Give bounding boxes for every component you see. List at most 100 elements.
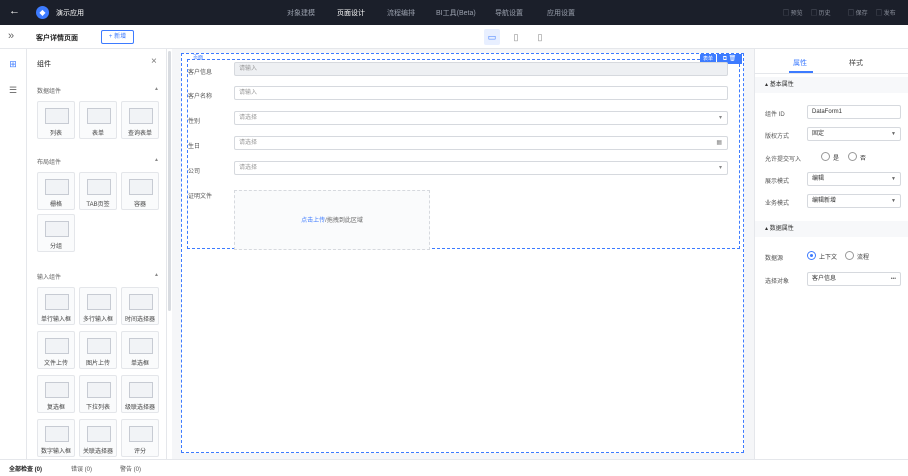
- component-dropdown[interactable]: 下拉列表: [79, 375, 117, 413]
- section-basic[interactable]: ▴ 基本属性: [755, 77, 908, 93]
- scrollbar-thumb[interactable]: [168, 51, 171, 311]
- tablet-view-icon[interactable]: ▯: [508, 29, 524, 45]
- placeholder: 请选择: [239, 140, 258, 146]
- radio-yes-label: 是: [833, 156, 840, 162]
- grid-icon: [45, 179, 69, 195]
- expand-icon[interactable]: »: [8, 30, 14, 42]
- select-object-input[interactable]: 客户信息 •••: [807, 272, 901, 286]
- business-mode-select[interactable]: 编辑新增 ▼: [807, 194, 901, 208]
- component-cascader[interactable]: 级联选择器: [121, 375, 159, 413]
- group-data-components[interactable]: 数据组件 ▲: [37, 86, 159, 95]
- component-checkbox[interactable]: 复选框: [37, 375, 75, 413]
- upload-link[interactable]: 点击上传: [301, 218, 325, 224]
- page-container[interactable]: 页面 表单 ⧉ 🗑 客户信息 请输入 客户名称 请输入 性别 请选择 ▾ 生日 请…: [181, 53, 744, 453]
- form-row-birthday: 生日 请选择 ▦: [188, 135, 741, 155]
- form-row-customer-info: 客户信息 请输入: [188, 61, 741, 81]
- placeholder: 请输入: [239, 66, 258, 72]
- prop-value: 固定: [812, 131, 825, 137]
- design-canvas[interactable]: 页面 表单 ⧉ 🗑 客户信息 请输入 客户名称 请输入 性别 请选择 ▾ 生日 请…: [172, 49, 754, 459]
- section-title: 基本属性: [769, 82, 794, 88]
- component-single-line-input[interactable]: 单行输入框: [37, 287, 75, 325]
- component-grid[interactable]: 栅格: [37, 172, 75, 210]
- radio-context-label: 上下文: [819, 255, 838, 261]
- clock-icon: [129, 294, 153, 310]
- component-id-input[interactable]: DataForm1: [807, 105, 901, 119]
- form-row-customer-name: 客户名称 请输入: [188, 85, 741, 105]
- group-icon: [45, 221, 69, 237]
- radio-context[interactable]: [807, 251, 816, 260]
- components-icon[interactable]: ⊞: [6, 57, 20, 71]
- close-icon[interactable]: ×: [151, 56, 157, 67]
- component-number-input[interactable]: 数字输入框: [37, 419, 75, 457]
- more-icon[interactable]: •••: [891, 273, 896, 285]
- tab-properties[interactable]: 属性: [793, 58, 807, 68]
- desktop-view-icon[interactable]: ▭: [484, 29, 500, 45]
- component-relation-picker[interactable]: 关联选择器: [79, 419, 117, 457]
- group-layout-components[interactable]: 布局组件 ▲: [37, 157, 159, 166]
- save-button[interactable]: ▢ 保存: [848, 8, 868, 17]
- left-rail: ⊞ ☰: [0, 49, 27, 459]
- component-form[interactable]: 表单: [79, 101, 117, 139]
- collapse-arrow-icon[interactable]: ▲: [154, 272, 159, 278]
- component-radio[interactable]: 单选框: [121, 331, 159, 369]
- cascader-icon: [129, 382, 153, 398]
- prop-allow-submit: 允许提交写入 是 否: [765, 150, 905, 164]
- component-label: 关联选择器: [82, 449, 113, 455]
- tab-divider: [755, 73, 908, 74]
- form-row-gender: 性别 请选择 ▾: [188, 110, 741, 130]
- radio-process[interactable]: [845, 251, 854, 260]
- radio-yes[interactable]: [821, 152, 830, 161]
- preview-button[interactable]: ▢ 预览: [783, 8, 803, 17]
- tab-styles[interactable]: 样式: [849, 58, 863, 68]
- layout-mode-select[interactable]: 固定 ▼: [807, 127, 901, 141]
- top-bar: ← ◆ 演示应用 对象建模 页面设计 流程编排 BI工具(Beta) 导航设置 …: [0, 0, 908, 25]
- tab-errors[interactable]: 错误 (0): [71, 464, 92, 473]
- component-image-upload[interactable]: 图片上传: [79, 331, 117, 369]
- birthday-date-picker[interactable]: 请选择 ▦: [234, 136, 728, 150]
- component-multi-line-input[interactable]: 多行输入框: [79, 287, 117, 325]
- prop-component-id: 组件 ID DataForm1: [765, 105, 905, 119]
- prop-label: 选择对象: [765, 279, 790, 285]
- new-page-button[interactable]: + 新增: [101, 30, 134, 44]
- back-arrow-icon[interactable]: ←: [9, 5, 20, 17]
- nav-app-settings[interactable]: 应用设置: [547, 8, 575, 18]
- nav-page-design[interactable]: 页面设计: [337, 8, 365, 18]
- gender-select[interactable]: 请选择 ▾: [234, 111, 728, 125]
- component-group[interactable]: 分组: [37, 214, 75, 252]
- customer-name-input[interactable]: 请输入: [234, 86, 728, 100]
- selected-form[interactable]: 表单 ⧉ 🗑 客户信息 请输入 客户名称 请输入 性别 请选择 ▾ 生日 请选择 ▦…: [187, 54, 742, 250]
- group-input-components[interactable]: 输入组件 ▲: [37, 272, 159, 281]
- outline-tree-icon[interactable]: ☰: [6, 83, 20, 97]
- collapse-arrow-icon[interactable]: ▲: [154, 157, 159, 163]
- history-button[interactable]: ▢ 历史: [811, 8, 831, 17]
- collapse-arrow-icon[interactable]: ▲: [154, 86, 159, 92]
- nav-object-modeling[interactable]: 对象建模: [287, 8, 315, 18]
- file-upload-dropzone[interactable]: 点击上传/拖拽到此区域: [234, 190, 430, 250]
- component-rating[interactable]: 评分: [121, 419, 159, 457]
- mobile-view-icon[interactable]: ▯: [532, 29, 548, 45]
- component-tabs[interactable]: TAB页签: [79, 172, 117, 210]
- tab-warnings[interactable]: 警告 (0): [120, 464, 141, 473]
- display-mode-select[interactable]: 编辑 ▼: [807, 172, 901, 186]
- publish-button[interactable]: ▢ 发布: [876, 8, 896, 17]
- nav-process[interactable]: 流程编排: [387, 8, 415, 18]
- radio-process-label: 流程: [857, 255, 870, 261]
- component-query-form[interactable]: 查询表单: [121, 101, 159, 139]
- component-list[interactable]: 列表: [37, 101, 75, 139]
- group-title: 数据组件: [37, 89, 62, 95]
- form-icon: [87, 108, 111, 124]
- field-label: 公司: [188, 169, 201, 175]
- component-label: 复选框: [46, 405, 65, 411]
- component-container[interactable]: 容器: [121, 172, 159, 210]
- component-file-upload[interactable]: 文件上传: [37, 331, 75, 369]
- component-time-picker[interactable]: 时间选择器: [121, 287, 159, 325]
- nav-navigation-settings[interactable]: 导航设置: [495, 8, 523, 18]
- radio-no[interactable]: [848, 152, 857, 161]
- tab-all-checks[interactable]: 全部检查 (0): [9, 464, 42, 473]
- nav-bi-tools[interactable]: BI工具(Beta): [436, 8, 476, 18]
- customer-info-input[interactable]: 请输入: [234, 62, 728, 76]
- company-select[interactable]: 请选择 ▾: [234, 161, 728, 175]
- section-data[interactable]: ▴ 数据属性: [755, 221, 908, 237]
- image-icon: [87, 338, 111, 354]
- chevron-down-icon: ▾: [718, 165, 722, 171]
